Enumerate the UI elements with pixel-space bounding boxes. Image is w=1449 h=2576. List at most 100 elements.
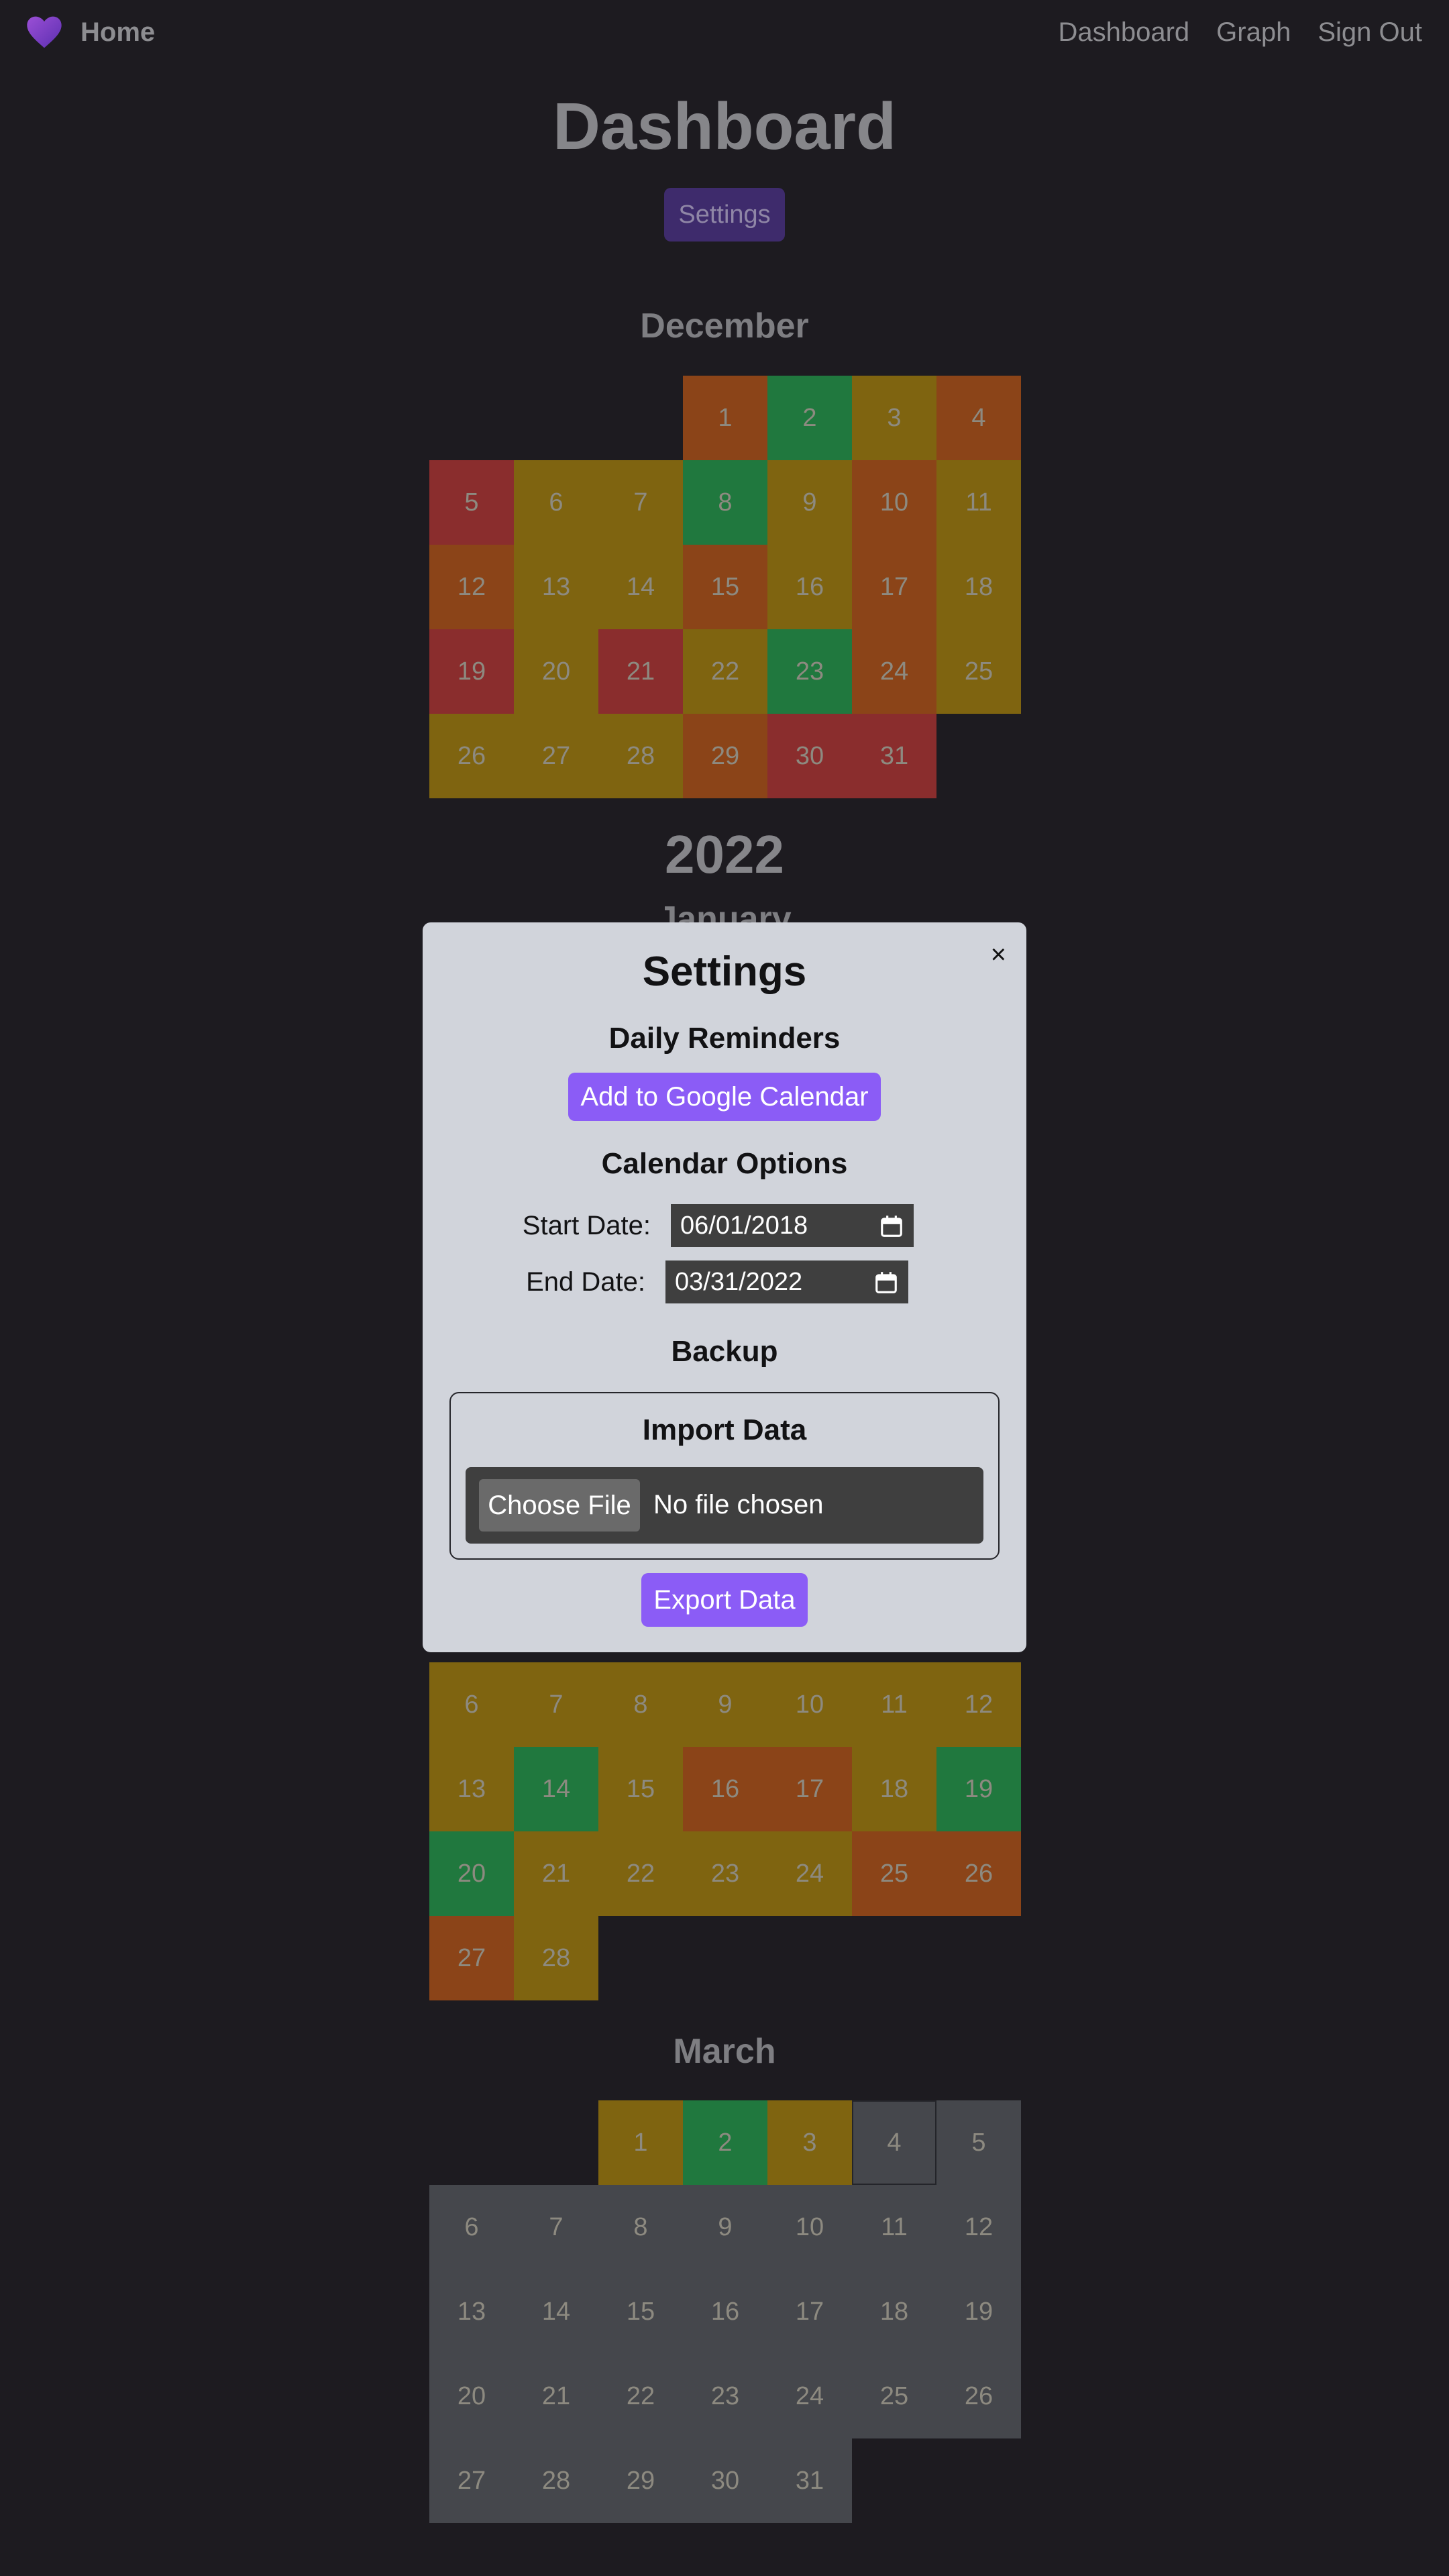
day-cell[interactable]: 14 (514, 1747, 598, 1831)
day-cell[interactable]: 25 (852, 2354, 936, 2438)
end-date-input[interactable]: 03/31/2022 (665, 1260, 908, 1303)
day-cell[interactable]: 13 (514, 545, 598, 629)
day-cell[interactable]: 30 (767, 714, 852, 798)
day-cell[interactable]: 27 (429, 1916, 514, 2000)
day-cell[interactable]: 9 (683, 2185, 767, 2269)
day-cell[interactable]: 13 (429, 2269, 514, 2354)
day-cell[interactable]: 6 (429, 2185, 514, 2269)
day-cell[interactable]: 14 (514, 2269, 598, 2354)
nav-graph-link[interactable]: Graph (1216, 17, 1291, 48)
day-cell[interactable]: 31 (852, 714, 936, 798)
day-cell[interactable]: 1 (683, 376, 767, 460)
day-cell[interactable]: 10 (767, 2185, 852, 2269)
day-cell[interactable]: 8 (598, 2185, 683, 2269)
settings-button[interactable]: Settings (664, 188, 785, 241)
day-cell[interactable]: 22 (598, 1831, 683, 1916)
file-input[interactable]: Choose File No file chosen (466, 1467, 983, 1544)
day-cell[interactable]: 29 (598, 2438, 683, 2523)
calendar-icon[interactable] (873, 1270, 899, 1295)
day-cell[interactable]: 29 (683, 714, 767, 798)
day-cell[interactable]: 11 (852, 1662, 936, 1747)
add-google-calendar-button[interactable]: Add to Google Calendar (568, 1073, 881, 1121)
day-cell[interactable]: 8 (598, 1662, 683, 1747)
day-cell[interactable]: 30 (683, 2438, 767, 2523)
day-cell[interactable]: 19 (936, 1747, 1021, 1831)
day-cell[interactable]: 12 (429, 545, 514, 629)
choose-file-button[interactable]: Choose File (479, 1479, 640, 1532)
day-cell[interactable]: 18 (936, 545, 1021, 629)
day-cell[interactable]: 26 (936, 1831, 1021, 1916)
day-cell[interactable]: 25 (936, 629, 1021, 714)
day-cell[interactable]: 17 (767, 2269, 852, 2354)
day-cell[interactable]: 20 (514, 629, 598, 714)
day-cell[interactable]: 6 (429, 1662, 514, 1747)
day-cell[interactable]: 23 (683, 2354, 767, 2438)
day-cell[interactable]: 9 (767, 460, 852, 545)
day-cell[interactable]: 24 (767, 2354, 852, 2438)
day-cell[interactable]: 7 (514, 1662, 598, 1747)
day-cell[interactable]: 23 (767, 629, 852, 714)
day-cell[interactable]: 5 (429, 460, 514, 545)
day-cell[interactable]: 16 (767, 545, 852, 629)
day-cell[interactable]: 19 (429, 629, 514, 714)
home-link[interactable]: Home (25, 15, 155, 50)
day-cell[interactable]: 28 (598, 714, 683, 798)
day-cell[interactable]: 2 (683, 2100, 767, 2185)
day-cell[interactable]: 15 (598, 1747, 683, 1831)
day-cell[interactable]: 8 (683, 460, 767, 545)
day-cell[interactable]: 11 (852, 2185, 936, 2269)
day-cell[interactable]: 25 (852, 1831, 936, 1916)
day-cell[interactable]: 20 (429, 2354, 514, 2438)
day-cell[interactable]: 21 (514, 2354, 598, 2438)
nav-dashboard-link[interactable]: Dashboard (1058, 17, 1189, 48)
day-cell[interactable]: 16 (683, 1747, 767, 1831)
export-data-button[interactable]: Export Data (641, 1573, 808, 1627)
day-cell[interactable]: 14 (598, 545, 683, 629)
calendar-icon[interactable] (879, 1214, 904, 1239)
day-cell[interactable]: 23 (683, 1831, 767, 1916)
day-cell[interactable]: 10 (767, 1662, 852, 1747)
day-cell[interactable]: 5 (936, 2100, 1021, 2185)
day-cell[interactable]: 11 (936, 460, 1021, 545)
start-date-input[interactable]: 06/01/2018 (671, 1204, 914, 1247)
day-cell[interactable]: 22 (598, 2354, 683, 2438)
day-cell[interactable]: 26 (936, 2354, 1021, 2438)
day-cell[interactable]: 24 (852, 629, 936, 714)
day-cell[interactable]: 21 (514, 1831, 598, 1916)
day-cell[interactable]: 10 (852, 460, 936, 545)
day-cell[interactable]: 1 (598, 2100, 683, 2185)
day-cell[interactable]: 9 (683, 1662, 767, 1747)
day-cell[interactable]: 3 (767, 2100, 852, 2185)
day-cell[interactable]: 18 (852, 2269, 936, 2354)
heart-icon (27, 16, 62, 48)
day-cell[interactable]: 26 (429, 714, 514, 798)
day-cell[interactable]: 27 (429, 2438, 514, 2523)
day-cell[interactable]: 17 (852, 545, 936, 629)
day-cell[interactable]: 6 (514, 460, 598, 545)
day-cell[interactable]: 7 (598, 460, 683, 545)
day-cell[interactable]: 7 (514, 2185, 598, 2269)
nav-sign-out-link[interactable]: Sign Out (1318, 17, 1422, 48)
day-cell[interactable]: 18 (852, 1747, 936, 1831)
day-cell[interactable]: 3 (852, 376, 936, 460)
day-cell[interactable]: 27 (514, 714, 598, 798)
day-cell[interactable]: 4 (936, 376, 1021, 460)
day-cell[interactable]: 2 (767, 376, 852, 460)
day-cell[interactable]: 31 (767, 2438, 852, 2523)
day-cell[interactable]: 17 (767, 1747, 852, 1831)
end-date-label: End Date: (526, 1267, 645, 1297)
day-cell[interactable]: 20 (429, 1831, 514, 1916)
day-cell[interactable]: 13 (429, 1747, 514, 1831)
day-cell[interactable]: 21 (598, 629, 683, 714)
day-cell[interactable]: 4 (852, 2100, 936, 2185)
day-cell[interactable]: 28 (514, 2438, 598, 2523)
day-cell[interactable]: 15 (683, 545, 767, 629)
day-cell[interactable]: 22 (683, 629, 767, 714)
day-cell[interactable]: 15 (598, 2269, 683, 2354)
day-cell[interactable]: 19 (936, 2269, 1021, 2354)
day-cell[interactable]: 28 (514, 1916, 598, 2000)
day-cell[interactable]: 12 (936, 2185, 1021, 2269)
day-cell[interactable]: 16 (683, 2269, 767, 2354)
day-cell[interactable]: 24 (767, 1831, 852, 1916)
day-cell[interactable]: 12 (936, 1662, 1021, 1747)
